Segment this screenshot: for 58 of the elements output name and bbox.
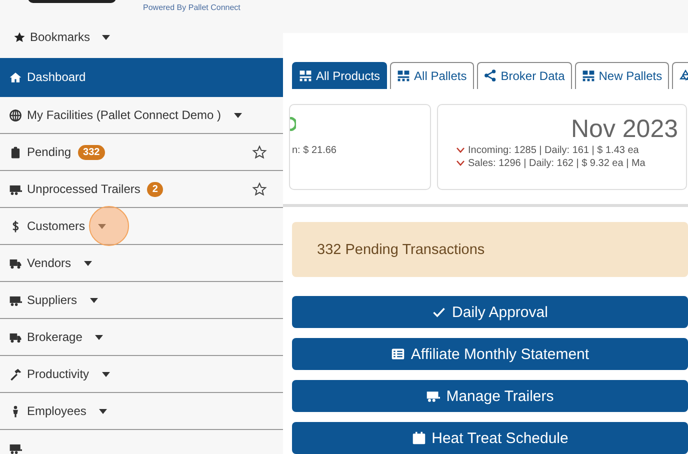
star-icon — [13, 30, 26, 44]
action-button[interactable]: Daily Approval — [292, 296, 688, 328]
sidebar-item[interactable]: Dashboard — [0, 58, 283, 97]
trailer-icon — [9, 442, 22, 454]
caret-icon — [95, 334, 104, 340]
pending-alert: 332 Pending Transactions — [292, 222, 688, 277]
action-button[interactable]: Heat Treat Schedule — [292, 422, 688, 454]
share-icon — [484, 69, 497, 82]
stat-text: Sales: 1296 | Daily: 162 | $ 9.32 ea | Ma — [468, 156, 646, 170]
sidebar-item[interactable]: My Facilities (Pallet Connect Demo ) — [0, 97, 283, 134]
sidebar-item[interactable]: Vendors — [0, 245, 283, 282]
pallet-icon — [299, 69, 312, 82]
sidebar-item[interactable]: Brokerage — [0, 319, 283, 356]
tab[interactable]: Broker Data — [476, 62, 572, 89]
trailer-icon — [9, 294, 22, 306]
calendar-icon — [412, 431, 426, 445]
sidebar-item[interactable]: Pending 332 — [0, 134, 283, 171]
clipboard-icon — [9, 146, 22, 158]
sidebar-item[interactable]: Unprocessed Trailers 2 — [0, 171, 283, 208]
star-outline-icon[interactable] — [252, 144, 267, 160]
truck-icon — [9, 330, 22, 344]
tab[interactable]: New Pallets — [574, 62, 670, 89]
count-badge: 332 — [78, 144, 105, 160]
powered-by-text: Powered By Pallet Connect — [143, 3, 240, 12]
circle-edge-icon — [290, 116, 296, 131]
hammer-icon — [9, 368, 22, 380]
caret-icon — [102, 34, 110, 40]
caret-icon — [102, 372, 110, 376]
caret-icon — [98, 224, 106, 228]
list-icon — [390, 347, 405, 361]
caret-icon — [234, 112, 242, 118]
bookmarks-menu[interactable]: Bookmarks — [13, 30, 110, 44]
home-icon — [9, 70, 22, 84]
action-button[interactable]: Manage Trailers — [292, 380, 688, 412]
caret-icon — [84, 260, 92, 266]
pallet-icon — [582, 69, 595, 82]
tab[interactable]: All Products — [292, 62, 388, 89]
star-outline-icon[interactable] — [252, 182, 267, 196]
sidebar-item[interactable]: Suppliers — [0, 282, 283, 319]
stat-text: Incoming: 1285 | Daily: 161 | $ 1.43 ea — [468, 144, 639, 157]
check-icon — [432, 305, 446, 319]
trailer-icon — [9, 182, 22, 196]
globe-icon — [9, 108, 22, 122]
recycle-icon — [679, 69, 688, 82]
stat-text: n: $ 21.66 — [292, 144, 336, 157]
click-indicator — [89, 206, 129, 246]
caret-icon — [99, 408, 108, 414]
tab[interactable]: All Pallets — [390, 62, 474, 89]
action-button[interactable]: Affiliate Monthly Statement — [292, 338, 688, 370]
sidebar-item[interactable]: Customers — [0, 208, 283, 245]
pallet-icon — [397, 69, 410, 82]
sidebar-item[interactable]: Employees — [0, 393, 283, 430]
trailer-icon — [426, 389, 440, 403]
sidebar-item[interactable]: Productivity — [0, 356, 283, 393]
month-title: Nov 2023 — [571, 116, 678, 142]
count-badge: 2 — [147, 182, 163, 196]
caret-icon — [90, 298, 98, 302]
truck-icon — [9, 256, 22, 270]
